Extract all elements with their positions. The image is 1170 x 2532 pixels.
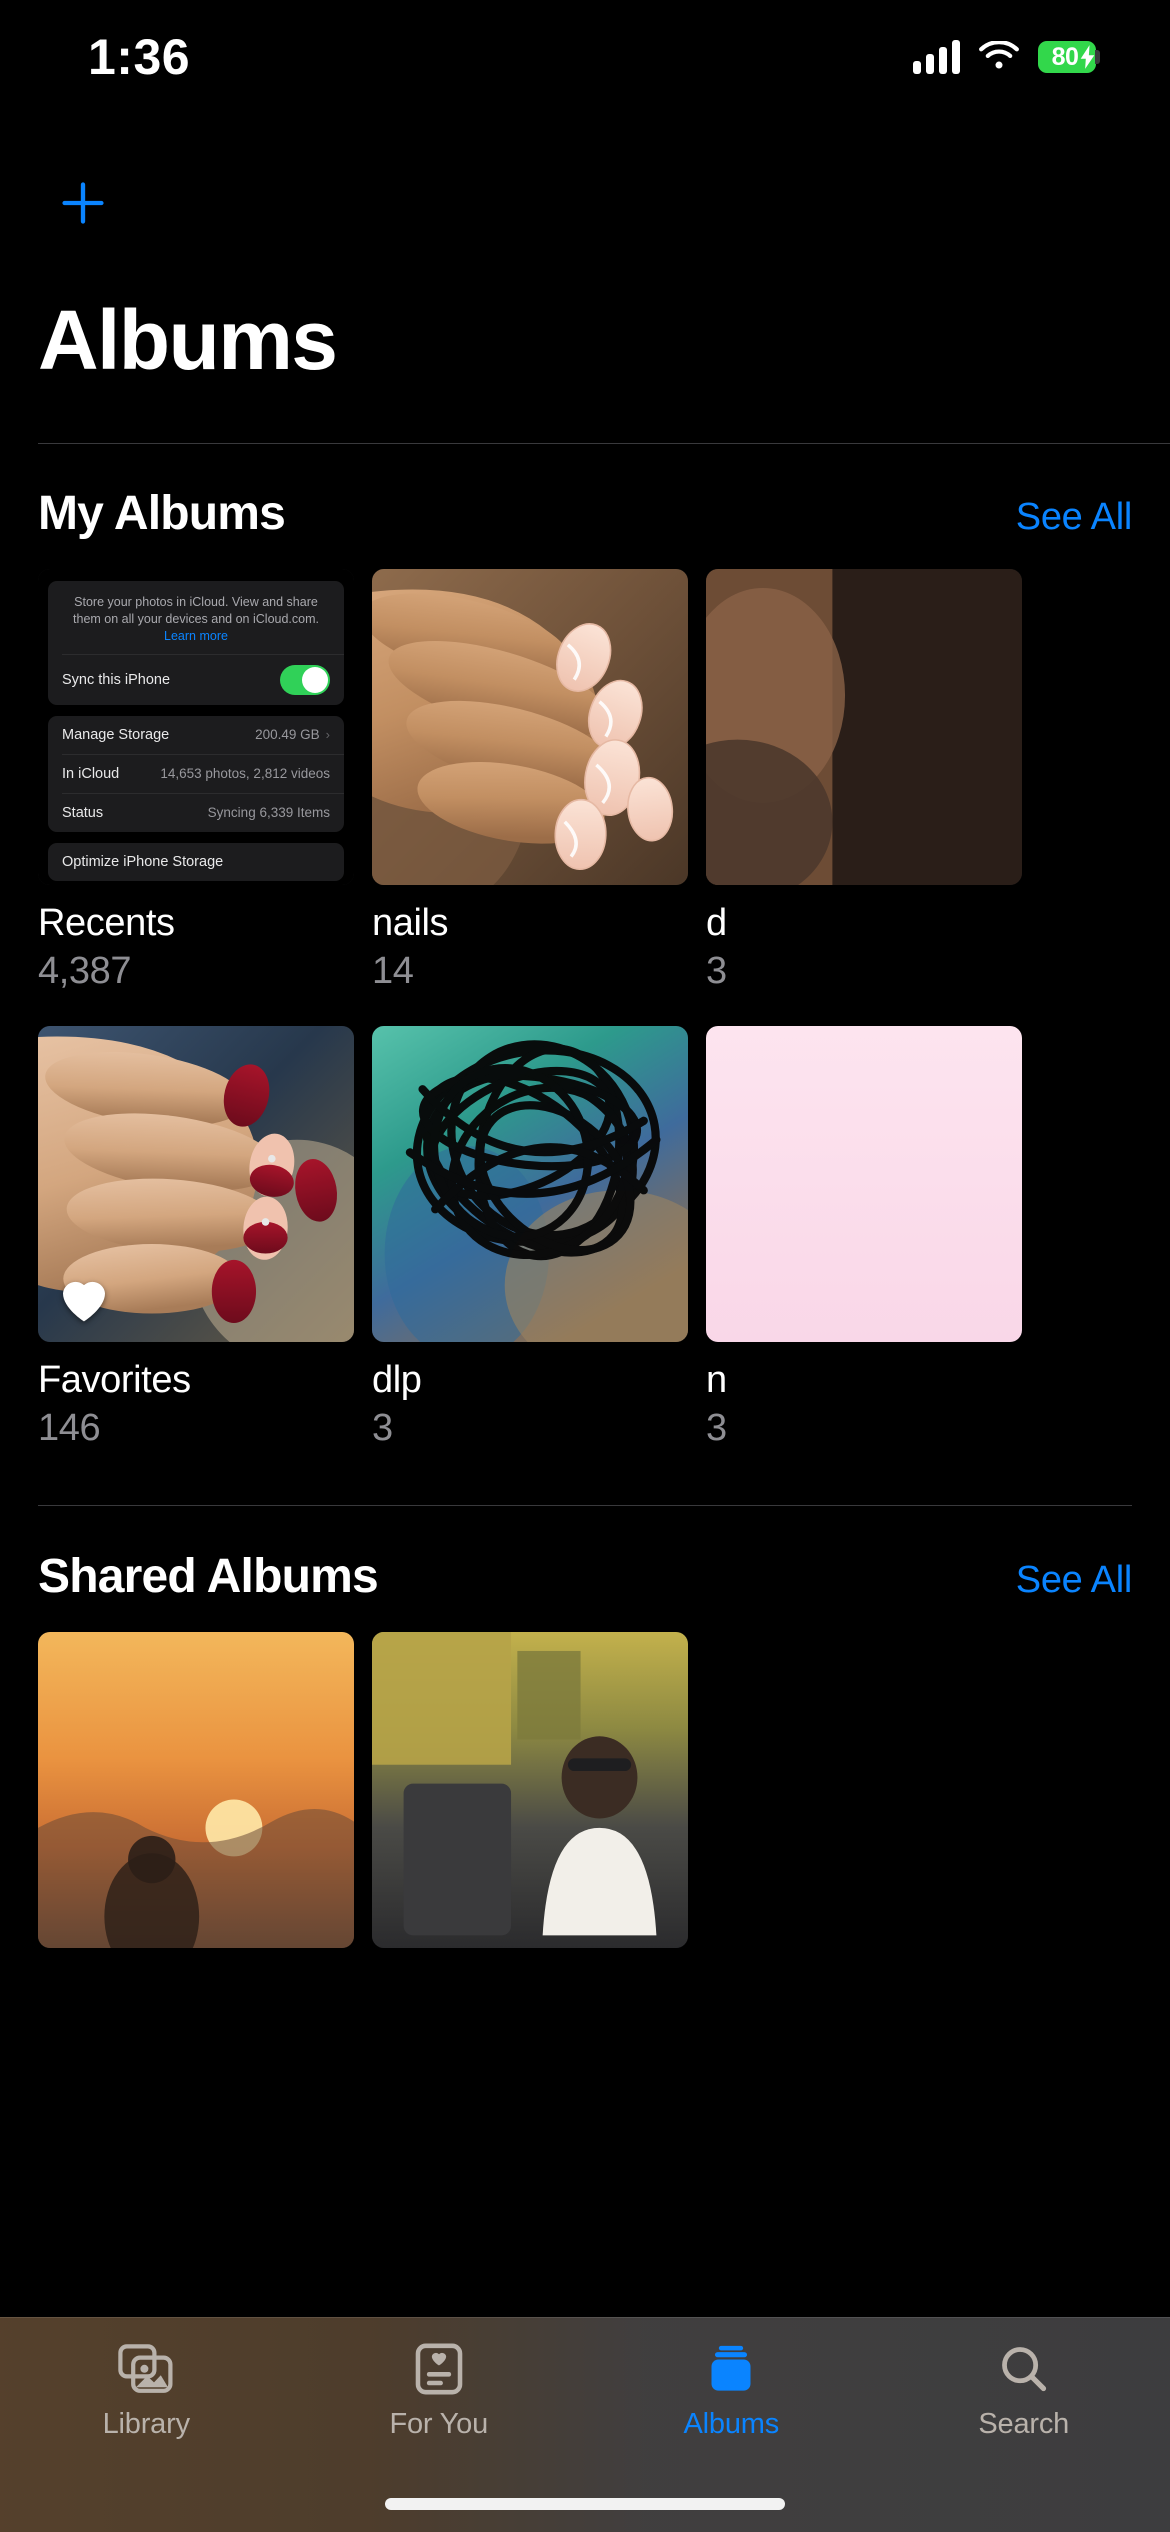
shared-albums-title: Shared Albums <box>38 1550 379 1603</box>
tab-for-you[interactable]: For You <box>293 2340 586 2441</box>
albums-stack-icon <box>704 2340 758 2398</box>
battery-percent-label: 80 <box>1051 42 1079 71</box>
learn-more-link[interactable]: Learn more <box>62 629 330 643</box>
sync-this-iphone-toggle[interactable] <box>280 664 330 695</box>
my-albums-title: My Albums <box>38 487 286 540</box>
albums-scroll-content[interactable]: My Albums See All Store your photos in i… <box>0 443 1170 2380</box>
my-albums-section-header: My Albums See All <box>0 486 1170 541</box>
album-name: dlp <box>372 1359 422 1401</box>
shared-albums-row-1 <box>0 1632 1170 1948</box>
photo-street <box>372 1632 688 1948</box>
icloud-description-line-1: Store your photos in iCloud. View and sh… <box>74 595 318 609</box>
album-name: Recents <box>38 902 175 944</box>
album-name: d <box>706 902 727 944</box>
cellular-signal-icon <box>913 40 960 74</box>
album-count: 3 <box>706 1407 727 1449</box>
tab-albums-label: Albums <box>683 2408 780 2440</box>
icloud-storage-card: Manage Storage 200.49 GB › In iCloud 14,… <box>48 715 344 832</box>
album-count: 3 <box>372 1407 393 1449</box>
status-value: Syncing 6,339 Items <box>207 805 330 820</box>
status-bar: 1:36 80 <box>0 0 1170 100</box>
album-item-recents[interactable]: Store your photos in iCloud. View and sh… <box>38 569 354 993</box>
album-item-n[interactable]: n 3 <box>706 1026 1022 1450</box>
tab-search[interactable]: Search <box>878 2340 1170 2441</box>
add-album-button[interactable] <box>52 172 114 234</box>
manage-storage-row[interactable]: Manage Storage 200.49 GB › <box>48 716 344 754</box>
album-name: nails <box>372 902 449 944</box>
album-thumbnail-recents[interactable]: Store your photos in iCloud. View and sh… <box>38 569 354 885</box>
my-albums-row-1: Store your photos in iCloud. View and sh… <box>0 569 1170 993</box>
optimize-iphone-storage-label: Optimize iPhone Storage <box>62 853 224 870</box>
shared-album-thumbnail-2[interactable] <box>372 1632 688 1948</box>
wifi-icon <box>979 41 1019 69</box>
magnifier-icon <box>998 2340 1050 2398</box>
status-bar-time: 1:36 <box>88 29 191 85</box>
icloud-info-card: Store your photos in iCloud. View and sh… <box>48 581 344 705</box>
plus-icon <box>62 182 104 224</box>
tab-bar: Library For You Albums Search <box>0 2317 1170 2532</box>
tab-for-you-label: For You <box>389 2408 489 2440</box>
my-albums-see-all[interactable]: See All <box>1016 496 1133 539</box>
sync-this-iphone-row[interactable]: Sync this iPhone <box>48 655 344 705</box>
in-icloud-label: In iCloud <box>62 765 120 782</box>
shared-album-item-2[interactable] <box>372 1632 688 1948</box>
status-label: Status <box>62 804 104 821</box>
album-count: 3 <box>706 950 727 992</box>
photo-partial <box>706 569 1022 885</box>
shared-album-thumbnail-1[interactable] <box>38 1632 354 1948</box>
photo-stack-icon <box>118 2340 174 2398</box>
icloud-description-line-2: them on all your devices and on iCloud.c… <box>73 611 319 626</box>
status-bar-indicators: 80 <box>913 40 1100 74</box>
photo-scribble <box>372 1026 688 1342</box>
tab-albums[interactable]: Albums <box>585 2340 878 2441</box>
charging-bolt-icon <box>1080 45 1095 69</box>
chevron-right-icon: › <box>325 727 330 742</box>
manage-storage-label: Manage Storage <box>62 726 170 743</box>
album-item-favorites[interactable]: Favorites 146 <box>38 1026 354 1450</box>
sync-this-iphone-label: Sync this iPhone <box>62 671 171 688</box>
shared-albums-see-all[interactable]: See All <box>1016 1559 1133 1602</box>
album-thumbnail-n[interactable] <box>706 1026 1022 1342</box>
photo-nails-hand <box>372 569 688 885</box>
album-item-dlp[interactable]: dlp 3 <box>372 1026 688 1450</box>
heart-icon <box>63 1281 105 1322</box>
heart-card-icon <box>414 2340 464 2398</box>
in-icloud-value: 14,653 photos, 2,812 videos <box>160 766 330 781</box>
tab-library[interactable]: Library <box>0 2340 293 2441</box>
shared-albums-section-header: Shared Albums See All <box>0 1549 1170 1604</box>
album-count: 4,387 <box>38 950 132 992</box>
album-item-nails[interactable]: nails 14 <box>372 569 688 993</box>
battery-charging-icon: 80 <box>1038 41 1100 73</box>
album-count: 146 <box>38 1407 101 1449</box>
shared-album-item-1[interactable] <box>38 1632 354 1948</box>
album-thumbnail-d[interactable] <box>706 569 1022 885</box>
status-row: Status Syncing 6,339 Items <box>48 794 344 832</box>
tab-library-label: Library <box>102 2408 190 2440</box>
photos-app-screen: 1:36 80 Albums My Albums See All Store y… <box>0 0 1170 2532</box>
section-divider <box>38 1505 1132 1506</box>
album-thumbnail-dlp[interactable] <box>372 1026 688 1342</box>
album-thumbnail-nails[interactable] <box>372 569 688 885</box>
album-name: n <box>706 1359 727 1401</box>
album-item-d[interactable]: d 3 <box>706 569 1022 993</box>
icloud-settings-screenshot: Store your photos in iCloud. View and sh… <box>38 569 354 885</box>
tab-search-label: Search <box>978 2408 1070 2440</box>
my-albums-row-2: Favorites 146 dlp 3 n 3 <box>0 1026 1170 1450</box>
photo-sunset <box>38 1632 354 1948</box>
page-title: Albums <box>38 293 338 387</box>
manage-storage-value: 200.49 GB <box>255 727 320 742</box>
home-indicator[interactable] <box>385 2498 785 2510</box>
in-icloud-row: In iCloud 14,653 photos, 2,812 videos <box>48 755 344 793</box>
album-name: Favorites <box>38 1359 191 1401</box>
album-count: 14 <box>372 950 414 992</box>
optimize-storage-card[interactable]: Optimize iPhone Storage <box>48 842 344 881</box>
album-thumbnail-favorites[interactable] <box>38 1026 354 1342</box>
